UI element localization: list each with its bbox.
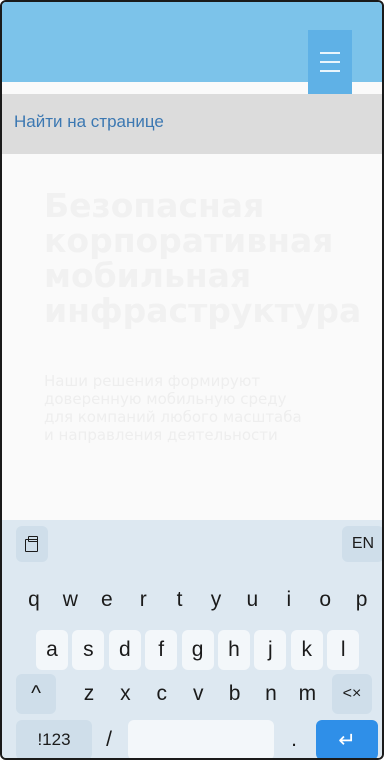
hero-title: Безопасная корпоративная мобильная инфра… xyxy=(44,186,362,330)
clipboard-icon xyxy=(25,536,39,552)
key-i[interactable]: i xyxy=(273,580,305,620)
key-u[interactable]: u xyxy=(236,580,268,620)
language-label: EN xyxy=(351,535,375,552)
key-b[interactable]: b xyxy=(220,674,250,714)
key-m[interactable]: m xyxy=(292,674,322,714)
symbols-key[interactable]: !123 xyxy=(16,720,92,758)
enter-key[interactable]: ↵ xyxy=(316,720,378,758)
keyboard-row-4: !123 / . ↵ xyxy=(2,720,382,758)
backspace-icon: <× xyxy=(342,685,362,702)
key-g[interactable]: g xyxy=(181,630,214,670)
key-z[interactable]: z xyxy=(74,674,104,714)
key-n[interactable]: n xyxy=(256,674,286,714)
key-r[interactable]: r xyxy=(127,580,159,620)
key-p[interactable]: p xyxy=(346,580,378,620)
key-l[interactable]: l xyxy=(327,630,360,670)
find-on-page-bar[interactable]: Найти на странице xyxy=(2,94,382,154)
key-f[interactable]: f xyxy=(145,630,178,670)
key-o[interactable]: o xyxy=(309,580,341,620)
key-h[interactable]: h xyxy=(218,630,250,670)
screen: Найти на странице Безопасная корпоративн… xyxy=(0,0,384,760)
key-s[interactable]: s xyxy=(72,630,105,670)
clipboard-button[interactable] xyxy=(16,526,48,562)
keyboard-row-2: asdfghjkl xyxy=(2,630,382,670)
key-c[interactable]: c xyxy=(147,674,177,714)
slash-key[interactable]: / xyxy=(96,720,122,758)
hero-section: Безопасная корпоративная мобильная инфра… xyxy=(44,186,382,444)
keyboard-row-3: ^ zxcvbnm <× xyxy=(2,674,382,714)
key-d[interactable]: d xyxy=(108,630,141,670)
backspace-key[interactable]: <× xyxy=(332,674,372,714)
language-switch-button[interactable]: EN xyxy=(342,526,382,562)
key-a[interactable]: a xyxy=(36,630,68,670)
key-j[interactable]: j xyxy=(254,630,287,670)
keyboard-row-1: qwertyuiop xyxy=(2,580,382,620)
menu-button[interactable] xyxy=(308,30,352,94)
shift-icon: ^ xyxy=(31,682,41,705)
key-e[interactable]: e xyxy=(91,580,123,620)
space-key[interactable] xyxy=(128,720,274,758)
key-x[interactable]: x xyxy=(110,674,140,714)
key-q[interactable]: q xyxy=(18,580,50,620)
key-k[interactable]: k xyxy=(290,630,323,670)
find-on-page-label: Найти на странице xyxy=(14,112,164,131)
on-screen-keyboard: EN qwertyuiop asdfghjkl ^ zxcvbnm <× !12… xyxy=(2,520,382,758)
enter-icon: ↵ xyxy=(338,728,356,752)
hamburger-menu-icon xyxy=(320,52,340,54)
hero-subtitle: Наши решения формируют доверенную мобиль… xyxy=(44,372,302,444)
key-v[interactable]: v xyxy=(183,674,213,714)
key-y[interactable]: y xyxy=(200,580,232,620)
key-t[interactable]: t xyxy=(164,580,196,620)
period-key[interactable]: . xyxy=(282,720,306,758)
key-w[interactable]: w xyxy=(54,580,86,620)
shift-key[interactable]: ^ xyxy=(16,674,56,714)
